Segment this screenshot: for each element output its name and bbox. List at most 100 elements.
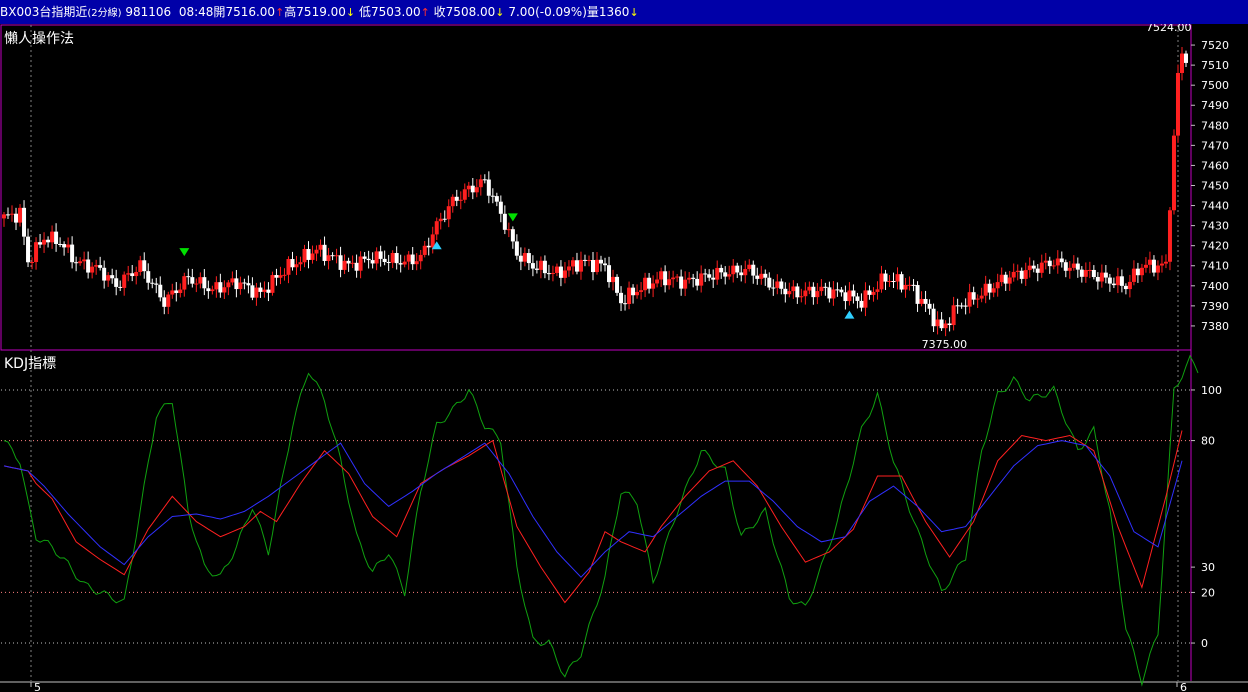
candle: [138, 255, 143, 276]
arrow-down-icon: ↓: [345, 6, 356, 19]
candle: [78, 257, 83, 266]
candle-body: [687, 277, 692, 280]
candle: [915, 281, 920, 312]
candle: [1043, 252, 1048, 270]
candle: [518, 247, 523, 271]
candle: [342, 254, 347, 275]
candle: [975, 294, 980, 309]
candle-body: [727, 274, 732, 277]
candle: [582, 254, 587, 267]
candle: [887, 275, 892, 287]
candle-body: [86, 259, 91, 273]
candle-body: [839, 289, 844, 293]
candle: [38, 233, 43, 249]
candle-body: [178, 289, 183, 294]
quote-date: 981106: [125, 5, 172, 19]
candle: [154, 277, 159, 294]
candle: [486, 171, 491, 204]
candle-body: [1107, 277, 1112, 284]
candle-body: [703, 273, 708, 275]
candle: [1135, 262, 1140, 283]
candle: [739, 265, 744, 282]
candle: [767, 272, 772, 291]
candle-body: [418, 254, 423, 262]
candle: [799, 288, 804, 303]
candle-body: [186, 276, 191, 278]
candle: [895, 267, 900, 290]
candle: [715, 260, 720, 285]
candle: [554, 263, 559, 277]
candle: [699, 265, 704, 293]
candle-body: [494, 196, 499, 202]
candle: [823, 282, 828, 296]
candle-body: [711, 277, 716, 280]
candle-body: [354, 262, 359, 271]
x-tick-label: 6: [1180, 681, 1187, 692]
candle-body: [1131, 268, 1136, 282]
candle: [322, 236, 327, 266]
candle: [334, 248, 339, 264]
candle: [1184, 50, 1188, 67]
candle: [1003, 271, 1008, 291]
candle: [815, 283, 820, 305]
volume-value: 1360: [598, 5, 630, 19]
y-tick-label: 80: [1201, 435, 1215, 448]
candle-body: [1151, 259, 1156, 273]
candle-body: [875, 289, 880, 292]
y-tick-label: 7470: [1201, 139, 1229, 152]
close-label: 收: [433, 5, 446, 19]
candle-body: [202, 277, 207, 289]
candle: [619, 286, 624, 312]
candle-body: [474, 187, 479, 193]
candle-body: [558, 266, 563, 278]
candlestick-series: [2, 46, 1188, 337]
candle: [470, 177, 475, 200]
candle-body: [342, 260, 347, 270]
candle-body: [919, 298, 924, 304]
y-tick-label: 7490: [1201, 99, 1229, 112]
candle: [130, 265, 135, 282]
candle-body: [526, 253, 531, 264]
candle: [206, 280, 211, 299]
chart-frame: [0, 24, 1248, 683]
candle-body: [743, 269, 748, 276]
candle: [134, 266, 139, 285]
candle: [262, 281, 267, 298]
candle-body: [578, 259, 583, 272]
candle: [1079, 266, 1084, 283]
arrow-up-icon: ↑: [420, 6, 430, 19]
candle-body: [987, 283, 992, 293]
candle-body: [334, 255, 339, 257]
candle-body: [831, 289, 836, 299]
y-tick-label: 7380: [1201, 320, 1229, 333]
candle: [675, 274, 680, 282]
candle: [402, 255, 407, 268]
candle: [178, 283, 183, 298]
candle-body: [771, 287, 776, 289]
candle: [599, 255, 604, 272]
candle: [478, 174, 483, 196]
candle-body: [627, 287, 632, 305]
candle-body: [739, 272, 744, 276]
candle-body: [939, 319, 944, 329]
candle-body: [907, 284, 912, 286]
candle: [1175, 64, 1180, 143]
candle-body: [290, 259, 295, 268]
candle: [711, 269, 716, 288]
candle-body: [30, 262, 35, 264]
instrument-name: 台指期近: [39, 5, 88, 19]
candle-body: [1091, 269, 1096, 277]
candle: [442, 210, 447, 223]
candle: [266, 282, 271, 302]
candle: [1039, 254, 1044, 278]
candle-body: [931, 308, 936, 327]
candle-body: [510, 229, 515, 242]
candle-body: [1079, 269, 1084, 277]
candle-body: [122, 274, 127, 288]
candle-body: [659, 271, 664, 280]
candle: [474, 179, 479, 198]
candle: [1143, 257, 1148, 273]
candle: [270, 271, 275, 296]
candle: [1115, 267, 1120, 294]
candle-body: [150, 282, 155, 284]
